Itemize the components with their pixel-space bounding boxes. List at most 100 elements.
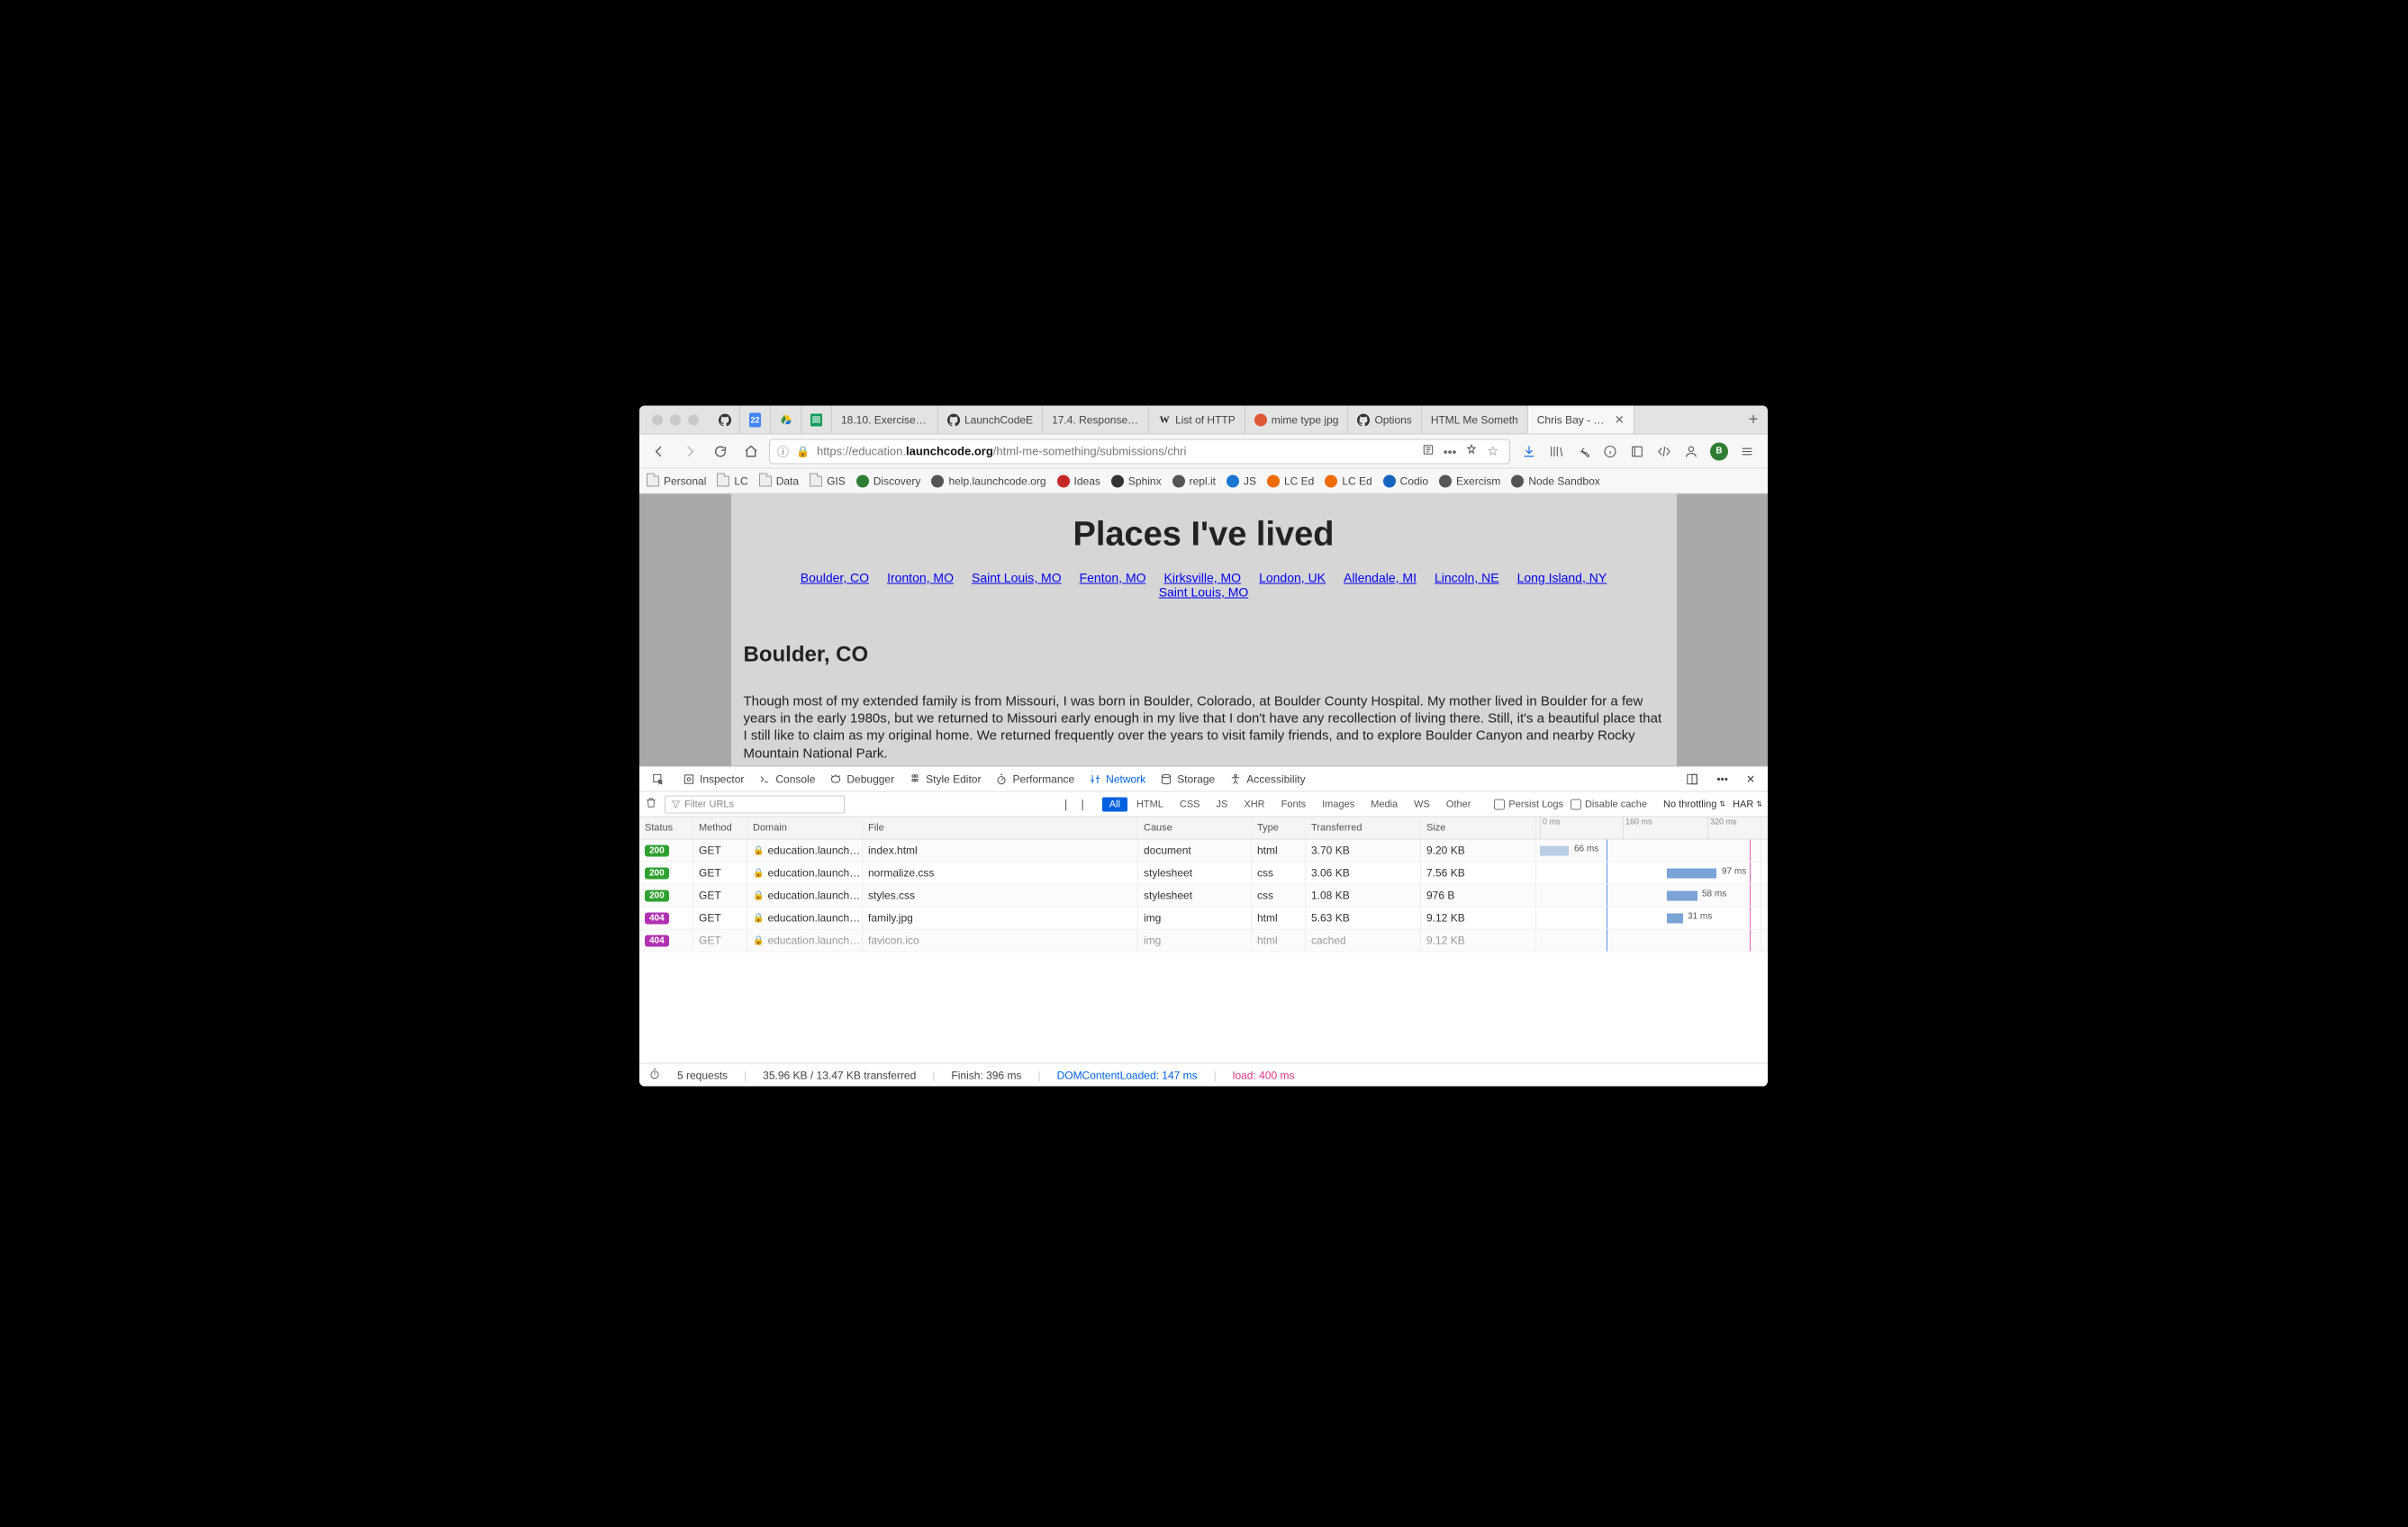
wrench-icon[interactable] (1575, 443, 1591, 459)
throttling-select[interactable]: No throttling ⇅ (1663, 799, 1725, 809)
devtools-icon[interactable] (1656, 443, 1672, 459)
filter-chip-images[interactable]: Images (1315, 797, 1362, 811)
tab-icon-github[interactable] (710, 406, 740, 434)
col-status[interactable]: Status (639, 818, 693, 839)
tab-item[interactable]: LaunchCodeE (938, 406, 1043, 434)
network-request-row[interactable]: 404GET🔒education.launch…family.jpgimghtm… (639, 908, 1768, 930)
place-link[interactable]: Boulder, CO (801, 571, 869, 585)
filter-chip-xhr[interactable]: XHR (1236, 797, 1272, 811)
bookmark-item[interactable]: Personal (647, 474, 706, 487)
bookmark-item[interactable]: Codio (1383, 474, 1428, 487)
maximize-window-icon[interactable] (688, 414, 699, 425)
bookmark-item[interactable]: Node Sandbox (1511, 474, 1599, 487)
bookmark-item[interactable]: Sphinx (1111, 474, 1162, 487)
filter-chip-all[interactable]: All (1102, 797, 1127, 811)
col-size[interactable]: Size (1421, 818, 1536, 839)
network-request-row[interactable]: 200GET🔒education.launch…normalize.csssty… (639, 863, 1768, 885)
tab-item[interactable]: 18.10. Exercises: F (832, 406, 938, 434)
tab-item[interactable]: Chris Bay - Pla✕ (1528, 406, 1634, 434)
col-cause[interactable]: Cause (1138, 818, 1252, 839)
devtools-tab-debugger[interactable]: Debugger (822, 767, 901, 791)
forward-button[interactable] (677, 438, 702, 464)
filter-chip-ws[interactable]: WS (1407, 797, 1437, 811)
bookmark-star-icon[interactable]: ☆ (1487, 444, 1498, 459)
network-request-row[interactable]: 200GET🔒education.launch…index.htmldocume… (639, 840, 1768, 863)
place-link[interactable]: London, UK (1259, 571, 1326, 585)
col-waterfall[interactable]: 0 ms160 ms320 ms480 (1536, 818, 1761, 839)
reader-icon[interactable] (1629, 443, 1645, 459)
menu-icon[interactable] (1739, 443, 1755, 459)
persist-logs-checkbox[interactable]: Persist Logs (1494, 799, 1563, 809)
col-domain[interactable]: Domain (747, 818, 863, 839)
devtools-tab-network[interactable]: Network (1082, 767, 1153, 791)
bookmark-item[interactable]: help.launchcode.org (931, 474, 1046, 487)
bookmark-item[interactable]: JS (1227, 474, 1256, 487)
minimize-window-icon[interactable] (670, 414, 681, 425)
new-tab-button[interactable]: + (1739, 411, 1768, 429)
col-file[interactable]: File (863, 818, 1138, 839)
library-icon[interactable] (1548, 443, 1564, 459)
filter-chip-fonts[interactable]: Fonts (1274, 797, 1314, 811)
site-info-icon[interactable]: ⓘ (777, 443, 789, 460)
place-link[interactable]: Ironton, MO (887, 571, 954, 585)
tab-icon-sheets[interactable] (801, 406, 832, 434)
account-icon[interactable] (1683, 443, 1699, 459)
filter-chip-media[interactable]: Media (1363, 797, 1405, 811)
devtools-close-icon[interactable]: ✕ (1739, 767, 1762, 791)
filter-chip-html[interactable]: HTML (1129, 797, 1171, 811)
network-request-row[interactable]: 404GET🔒education.launch…favicon.icoimght… (639, 930, 1768, 953)
tab-item[interactable]: WList of HTTP (1149, 406, 1245, 434)
devtools-tab-style-editor[interactable]: Style Editor (901, 767, 988, 791)
devtools-tab-accessibility[interactable]: Accessibility (1222, 767, 1312, 791)
disable-cache-checkbox[interactable]: Disable cache (1571, 799, 1647, 809)
bookmark-item[interactable]: Data (759, 474, 799, 487)
devtools-picker-icon[interactable] (645, 767, 672, 791)
home-button[interactable] (738, 438, 764, 464)
devtools-tab-inspector[interactable]: Inspector (675, 767, 751, 791)
har-menu[interactable]: HAR ⇅ (1733, 799, 1762, 809)
devtools-tab-storage[interactable]: Storage (1153, 767, 1222, 791)
tab-item[interactable]: HTML Me Someth (1422, 406, 1528, 434)
address-bar[interactable]: ⓘ 🔒 https://education.launchcode.org/htm… (769, 438, 1510, 464)
col-method[interactable]: Method (693, 818, 747, 839)
avatar[interactable]: B (1710, 442, 1728, 460)
info-circle-icon[interactable] (1602, 443, 1618, 459)
tab-icon-drive[interactable] (771, 406, 801, 434)
tab-item[interactable]: 17.4. Responses – (1043, 406, 1149, 434)
devtools-tab-performance[interactable]: Performance (988, 767, 1082, 791)
downloads-icon[interactable] (1521, 443, 1537, 459)
place-link[interactable]: Saint Louis, MO (1159, 585, 1249, 600)
window-controls[interactable] (639, 414, 710, 425)
filter-chip-css[interactable]: CSS (1172, 797, 1208, 811)
tab-item[interactable]: Options (1348, 406, 1421, 434)
more-actions-icon[interactable]: ••• (1444, 444, 1457, 458)
bookmark-item[interactable]: Discovery (856, 474, 921, 487)
pause-icon[interactable]: | | (1063, 798, 1088, 810)
filter-chip-other[interactable]: Other (1439, 797, 1479, 811)
network-request-row[interactable]: 200GET🔒education.launch…styles.cssstyles… (639, 885, 1768, 908)
bookmark-item[interactable]: Ideas (1057, 474, 1100, 487)
place-link[interactable]: Kirksville, MO (1164, 571, 1242, 585)
bookmark-item[interactable]: GIS (810, 474, 846, 487)
filter-urls-input[interactable]: Filter URLs (665, 795, 845, 813)
bookmark-item[interactable]: repl.it (1172, 474, 1216, 487)
devtools-dock-icon[interactable] (1679, 767, 1706, 791)
reload-button[interactable] (708, 438, 733, 464)
close-window-icon[interactable] (652, 414, 663, 425)
place-link[interactable]: Allendale, MI (1344, 571, 1417, 585)
tab-item[interactable]: mime type jpg (1245, 406, 1349, 434)
devtools-tab-console[interactable]: Console (751, 767, 822, 791)
back-button[interactable] (647, 438, 672, 464)
filter-chip-js[interactable]: JS (1209, 797, 1236, 811)
bookmark-item[interactable]: LC Ed (1325, 474, 1371, 487)
place-link[interactable]: Lincoln, NE (1435, 571, 1499, 585)
pocket-icon[interactable] (1465, 444, 1478, 459)
clear-requests-icon[interactable] (645, 797, 657, 812)
place-link[interactable]: Fenton, MO (1080, 571, 1146, 585)
tab-icon-cal[interactable]: 22 (740, 406, 771, 434)
col-type[interactable]: Type (1252, 818, 1306, 839)
bookmark-item[interactable]: LC (717, 474, 747, 487)
place-link[interactable]: Saint Louis, MO (972, 571, 1062, 585)
close-tab-icon[interactable]: ✕ (1615, 412, 1625, 427)
devtools-more-icon[interactable]: ••• (1709, 767, 1735, 791)
